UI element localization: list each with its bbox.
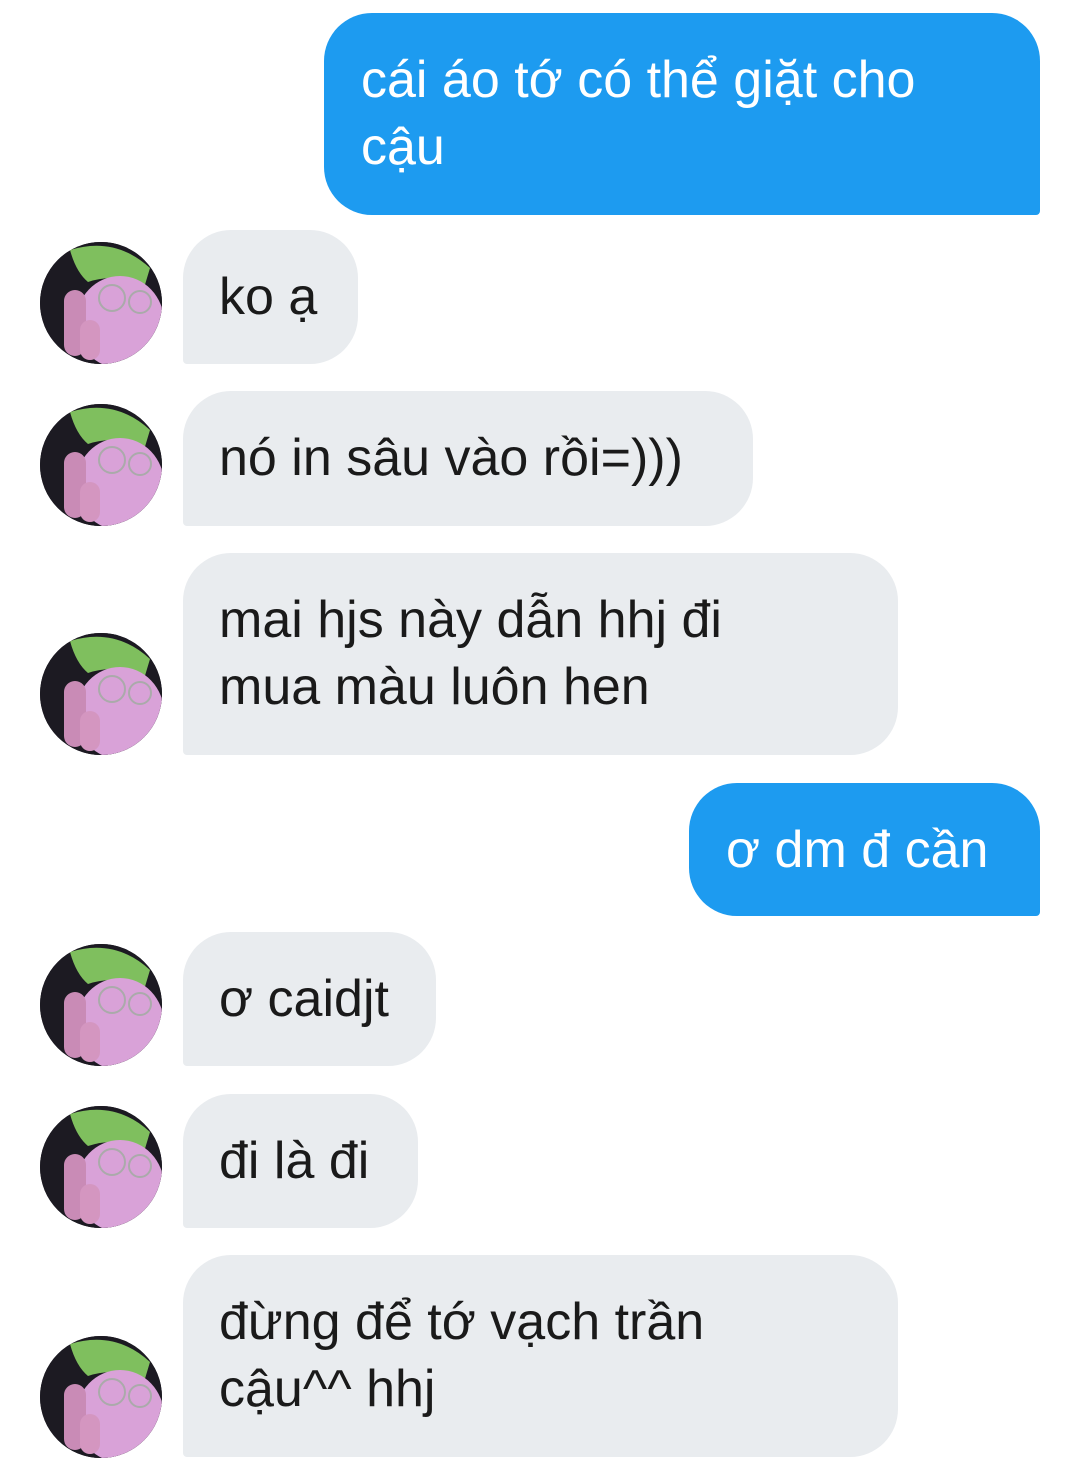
- incoming-message[interactable]: đi là đi: [183, 1094, 418, 1228]
- incoming-message[interactable]: ơ caidjt: [183, 932, 436, 1066]
- avatar-photo-icon: [40, 1336, 162, 1458]
- contact-avatar[interactable]: [40, 633, 162, 755]
- outgoing-message[interactable]: ơ dm đ cần: [689, 783, 1040, 916]
- outgoing-message[interactable]: cái áo tớ có thể giặt cho cậu: [324, 13, 1040, 215]
- avatar-photo-icon: [40, 404, 162, 526]
- avatar-photo-icon: [40, 242, 162, 364]
- avatar-photo-icon: [40, 633, 162, 755]
- contact-avatar[interactable]: [40, 404, 162, 526]
- incoming-message[interactable]: mai hjs này dẫn hhj đi mua màu luôn hen: [183, 553, 898, 755]
- contact-avatar[interactable]: [40, 944, 162, 1066]
- contact-avatar[interactable]: [40, 1336, 162, 1458]
- contact-avatar[interactable]: [40, 1106, 162, 1228]
- avatar-photo-icon: [40, 1106, 162, 1228]
- contact-avatar[interactable]: [40, 242, 162, 364]
- incoming-message[interactable]: đừng để tớ vạch trần cậu^^ hhj: [183, 1255, 898, 1457]
- incoming-message[interactable]: nó in sâu vào rồi=))): [183, 391, 753, 526]
- incoming-message[interactable]: ko ạ: [183, 230, 358, 364]
- avatar-photo-icon: [40, 944, 162, 1066]
